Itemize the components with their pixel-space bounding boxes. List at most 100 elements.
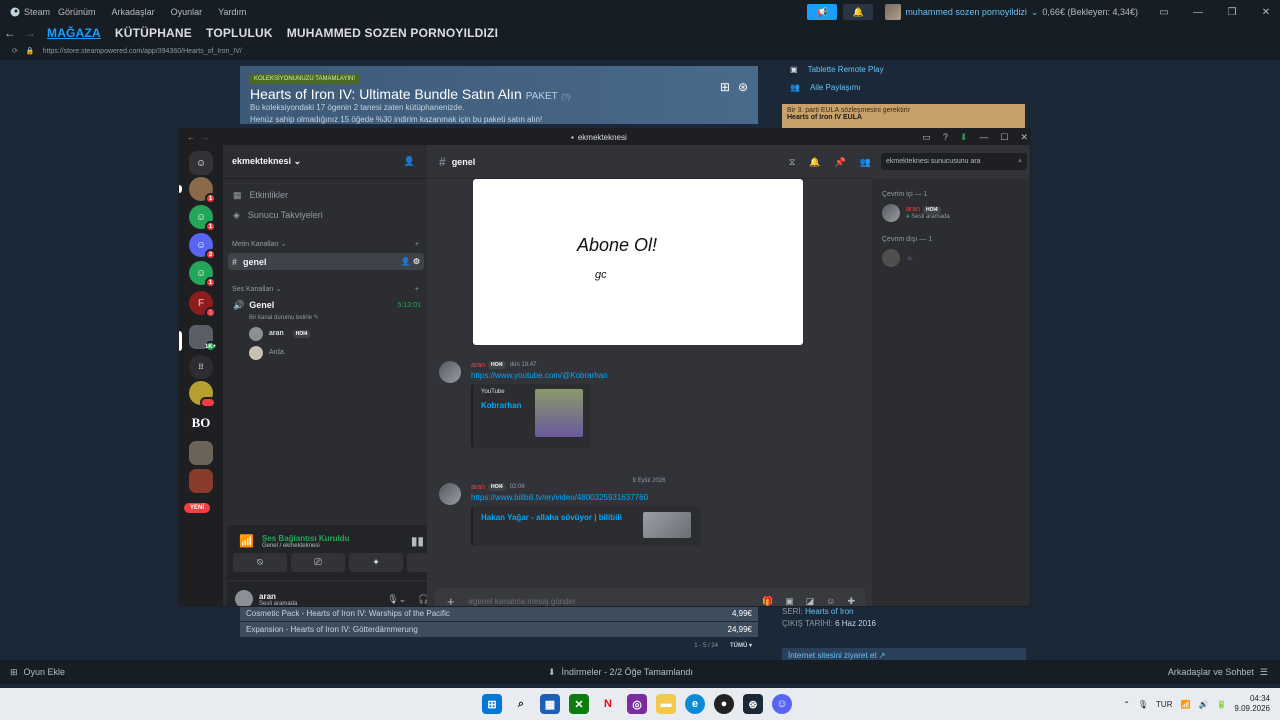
add-game-button[interactable]: ⊞ Oyun Ekle: [0, 667, 65, 678]
clock[interactable]: 04:34 9.09.2026: [1234, 694, 1270, 714]
camera-off-button[interactable]: ⍉: [233, 553, 287, 572]
members-icon[interactable]: 👥: [860, 157, 871, 168]
invite-icon[interactable]: 👤: [401, 257, 411, 266]
drawing-image[interactable]: Abone Ol! gc: [473, 179, 803, 345]
voice-channel-genel[interactable]: 🔊 Genel 5:13:01: [223, 296, 427, 314]
discord-taskbar-icon[interactable]: ☺: [772, 694, 792, 714]
menu-steam[interactable]: Steam: [24, 7, 50, 17]
forward-arrow-icon[interactable]: →: [20, 26, 40, 40]
microphone-icon[interactable]: 🎙⌄: [387, 594, 406, 605]
message-link[interactable]: https://www.youtube.com/@Kobrarhan: [471, 371, 608, 380]
wifi-icon[interactable]: 📶: [1181, 700, 1191, 709]
boosts-item[interactable]: ◈ Sunucu Takviyeleri: [223, 205, 427, 225]
bell-icon[interactable]: 🔔: [809, 157, 820, 168]
plus-icon[interactable]: +: [447, 594, 455, 607]
close-icon[interactable]: ✕: [1020, 132, 1028, 143]
minimize-icon[interactable]: —: [1184, 7, 1212, 18]
server-header[interactable]: ekmekteknesi ⌄ 👤: [223, 145, 427, 179]
edge-icon[interactable]: e: [685, 694, 705, 714]
voice-connected-label[interactable]: Ses Bağlantısı Kuruldu: [262, 534, 350, 543]
obs-icon[interactable]: ●: [714, 694, 734, 714]
dlc-row[interactable]: Expansion - Hearts of Iron IV: Götterdäm…: [240, 622, 758, 637]
server-icon-selected[interactable]: 1K+: [189, 325, 216, 352]
app-icon[interactable]: ◎: [627, 694, 647, 714]
search-input[interactable]: ekmekteknesi sunucusunu ara ⌕: [881, 153, 1027, 170]
minimize-icon[interactable]: —: [979, 132, 988, 143]
maximize-icon[interactable]: ❐: [1218, 7, 1246, 18]
server-icon[interactable]: 1: [189, 177, 216, 204]
nav-community[interactable]: TOPLULUK: [199, 26, 280, 40]
notifications-button[interactable]: 🔔: [843, 4, 874, 20]
message-composer[interactable]: + #genel kanalına mesaj gönder 🎁 ▣ ◪ ☺ ✚: [435, 588, 865, 607]
invite-icon[interactable]: 👤: [404, 156, 415, 167]
server-icon[interactable]: ☺ 2: [189, 233, 216, 260]
bundle-banner[interactable]: KOLEKSİYONUNUZU TAMAMLAYIN! Hearts of Ir…: [240, 66, 758, 124]
events-item[interactable]: ▦ Etkinlikler: [223, 185, 427, 205]
server-icon[interactable]: [189, 441, 213, 465]
gif-icon[interactable]: ▣: [785, 596, 794, 607]
forward-arrow-icon[interactable]: →: [195, 133, 209, 142]
help-icon[interactable]: (?): [562, 94, 571, 101]
server-icon[interactable]: ⁞⁞: [189, 355, 213, 379]
voice-user[interactable]: Arda.: [223, 343, 427, 362]
store-icon[interactable]: ▦: [540, 694, 560, 714]
download-icon[interactable]: ⬇: [960, 132, 968, 143]
menu-friends[interactable]: Arkadaşlar: [104, 7, 163, 17]
nav-library[interactable]: KÜTÜPHANE: [108, 26, 199, 40]
embed-thumbnail[interactable]: [643, 512, 691, 538]
message-author[interactable]: aran: [471, 362, 485, 369]
voice-connected-sub[interactable]: Genel / ekmekteknesi: [262, 543, 350, 549]
server-icon[interactable]: BO: [189, 411, 213, 435]
message[interactable]: aran HOI4 dün 19:47 https://www.youtube.co…: [439, 361, 608, 448]
dlc-row[interactable]: Cosmetic Pack - Hearts of Iron IV: Warsh…: [240, 606, 758, 621]
account-menu[interactable]: muhammed sozen pornoyildizi ⌄ 0,66€ (Bek…: [879, 4, 1144, 20]
microphone-icon[interactable]: 🎙: [1138, 700, 1148, 709]
plus-icon[interactable]: +: [415, 286, 419, 293]
feature-family-sharing[interactable]: 👥 Aile Paylaşımı: [782, 78, 1026, 96]
sticker-icon[interactable]: ◪: [806, 596, 815, 607]
chevron-up-icon[interactable]: ⌃: [1123, 700, 1130, 709]
language-indicator[interactable]: TUR: [1156, 700, 1172, 709]
xbox-icon[interactable]: ✕: [569, 694, 589, 714]
activities-button[interactable]: ✦: [349, 553, 403, 572]
avatar[interactable]: [439, 483, 461, 505]
avatar[interactable]: [439, 361, 461, 383]
series-link[interactable]: Hearts of Iron: [805, 607, 853, 616]
steam-logo[interactable]: Steam: [0, 7, 50, 17]
url-bar[interactable]: ⟳ 🔒 https://store.steampowered.com/app/3…: [0, 42, 1280, 60]
nav-store[interactable]: MAĞAZA: [40, 26, 108, 40]
noise-suppression-icon[interactable]: ▮▮: [411, 534, 424, 548]
close-icon[interactable]: ✕: [1252, 7, 1280, 18]
battery-icon[interactable]: 🔋: [1216, 700, 1226, 709]
dlc-all-button[interactable]: TÜMÜ ▾: [730, 643, 752, 649]
avatar[interactable]: [235, 590, 253, 606]
message-author[interactable]: aran: [471, 484, 485, 491]
user-name[interactable]: aran: [259, 592, 297, 601]
announcements-button[interactable]: 📢: [807, 4, 838, 20]
menu-help[interactable]: Yardım: [210, 7, 254, 17]
back-arrow-icon[interactable]: ←: [179, 133, 195, 142]
pin-icon[interactable]: 📌: [835, 157, 846, 168]
search-icon[interactable]: ⌕: [511, 694, 531, 714]
apps-icon[interactable]: ✚: [847, 596, 855, 607]
file-explorer-icon[interactable]: ▬: [656, 694, 676, 714]
gift-icon[interactable]: 🎁: [762, 596, 773, 607]
member-item[interactable]: aran HOI4 ● Sesli aramada: [882, 204, 1022, 222]
server-icon[interactable]: ☺ 1: [189, 205, 216, 232]
message[interactable]: aran HOI4 02:06 https://www.bilibili.tv/en…: [439, 483, 701, 546]
downloads-button[interactable]: ⬇ İndirmeler - 2/2 Öğe Tamamlandı: [548, 667, 693, 678]
big-picture-icon[interactable]: ▭: [1150, 7, 1178, 18]
embed-thumbnail[interactable]: [535, 389, 583, 437]
maximize-icon[interactable]: ☐: [1000, 132, 1008, 143]
refresh-icon[interactable]: ⟳: [12, 47, 18, 55]
server-icon[interactable]: [189, 381, 216, 408]
message-input[interactable]: #genel kanalına mesaj gönder: [469, 597, 576, 606]
start-windows-icon[interactable]: ⊞: [482, 694, 502, 714]
steam-taskbar-icon[interactable]: ⊛: [743, 694, 763, 714]
back-arrow-icon[interactable]: ←: [0, 26, 20, 40]
message-link[interactable]: https://www.bilibili.tv/en/video/4800325…: [471, 493, 701, 502]
screen-share-button[interactable]: ⎚: [291, 553, 345, 572]
direct-messages-button[interactable]: ☺: [189, 151, 213, 175]
inbox-icon[interactable]: ▭: [922, 132, 931, 143]
text-category[interactable]: Metin Kanalları ⌄ +: [223, 237, 427, 251]
